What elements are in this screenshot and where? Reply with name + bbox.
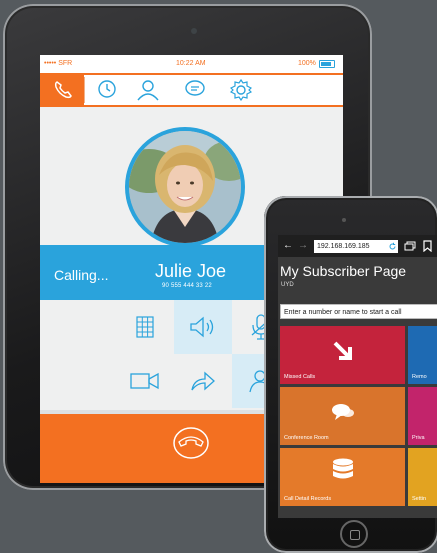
browser-bar: ← → 192.168.169.185 <box>278 235 437 257</box>
speaker-icon <box>190 316 214 338</box>
page-subtitle: UYD <box>281 282 294 288</box>
keypad-button[interactable] <box>116 300 174 354</box>
tile-settings[interactable]: Settin <box>408 448 437 506</box>
transfer-button[interactable] <box>174 354 232 408</box>
clock-icon[interactable] <box>97 79 117 99</box>
bookmark-icon[interactable] <box>423 240 432 252</box>
hangup-button[interactable] <box>172 424 210 462</box>
tile-remote[interactable]: Remo <box>408 326 437 384</box>
call-status: Calling... <box>54 267 109 283</box>
caller-avatar <box>125 127 245 247</box>
user-icon[interactable] <box>136 79 160 101</box>
tile-label: Call Detail Records <box>284 496 332 502</box>
phone-camera <box>342 218 346 222</box>
chat-bubbles-icon <box>332 404 354 420</box>
tile-label: Missed Calls <box>284 374 316 380</box>
clock-label: 10:22 AM <box>176 60 206 67</box>
nav-tab-calls[interactable] <box>40 75 84 105</box>
tile-label: Priva <box>412 435 425 441</box>
tabs-icon[interactable] <box>404 241 416 251</box>
tile-conference-room[interactable]: Conference Room <box>280 387 405 445</box>
nav-divider <box>84 77 85 103</box>
tile-label: Remo <box>412 374 427 380</box>
video-icon <box>130 372 159 390</box>
database-icon <box>333 458 353 479</box>
forward-arrow-icon[interactable]: → <box>298 240 308 252</box>
nav-bar <box>40 73 343 107</box>
caller-name: Julie Joe <box>155 261 227 281</box>
phone-device: ← → 192.168.169.185 My Subscriber Page U… <box>264 196 437 553</box>
tile-private[interactable]: Priva <box>408 387 437 445</box>
chat-icon[interactable] <box>184 79 206 99</box>
carrier-label: ••••• SFR <box>44 60 73 67</box>
call-search-input[interactable]: Enter a number or name to start a call <box>280 304 437 319</box>
keypad-icon <box>136 316 154 338</box>
battery-icon <box>319 60 335 68</box>
speaker-button[interactable] <box>174 300 232 354</box>
tablet-camera <box>191 28 197 34</box>
status-bar: ••••• SFR 10:22 AM 100% <box>40 55 343 73</box>
phone-icon <box>54 81 72 99</box>
portrait-image <box>129 131 241 243</box>
tile-call-detail-records[interactable]: Call Detail Records <box>280 448 405 506</box>
back-arrow-icon[interactable]: ← <box>283 240 293 252</box>
gear-icon[interactable] <box>230 79 252 101</box>
address-bar[interactable]: 192.168.169.185 <box>314 240 398 253</box>
tile-label: Conference Room <box>284 435 329 441</box>
tile-label: Settin <box>412 496 427 502</box>
video-button[interactable] <box>116 354 174 408</box>
refresh-icon[interactable] <box>388 242 397 251</box>
avatar-photo <box>129 131 241 243</box>
phone-home-button[interactable] <box>340 520 368 548</box>
page-title: My Subscriber Page <box>280 263 407 279</box>
battery-label: 100% <box>298 60 316 67</box>
caller-number: 90 555 444 33 22 <box>162 283 212 289</box>
tile-missed-calls[interactable]: Missed Calls <box>280 326 405 384</box>
phone-screen: ← → 192.168.169.185 My Subscriber Page U… <box>278 235 437 518</box>
transfer-icon <box>191 371 215 391</box>
arrow-down-right-icon <box>333 341 352 360</box>
